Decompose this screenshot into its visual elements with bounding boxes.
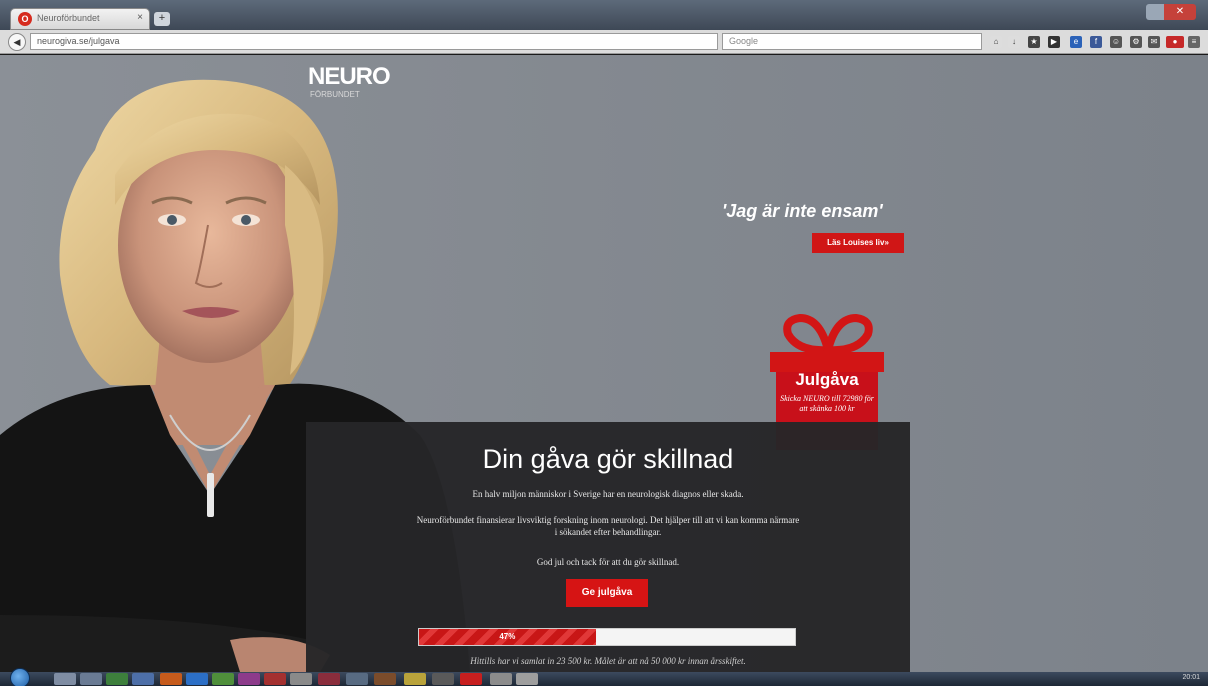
new-tab-button[interactable]: + <box>154 12 170 26</box>
taskbar-app-icon[interactable] <box>106 673 128 685</box>
taskbar-app-icon[interactable] <box>318 673 340 685</box>
progress-caption: Hittills har vi samlat in 23 500 kr. Mål… <box>470 656 746 666</box>
bookmark-icon[interactable]: ★ <box>1028 36 1040 48</box>
browser-tab[interactable]: O Neuroförbundet × <box>10 8 150 30</box>
panel-paragraph-3: God jul och tack för att du gör skillnad… <box>536 557 680 567</box>
panel-title: Din gåva gör skillnad <box>482 444 734 474</box>
quote-text: 'Jag är inte ensam' <box>722 201 883 221</box>
taskbar-app-icon[interactable] <box>80 673 102 685</box>
tab-title: Neuroförbundet <box>37 13 100 23</box>
neuro-logo[interactable]: NEURO <box>308 63 391 91</box>
taskbar: 20:01 <box>0 668 1208 686</box>
gift-lid <box>770 352 884 372</box>
opera-icon: O <box>18 12 32 26</box>
panel-paragraph-2: Neuroförbundet finansierar livsviktig fo… <box>416 515 800 537</box>
donation-panel: Din gåva gör skillnad En halv miljon män… <box>306 422 910 672</box>
settings-icon[interactable]: ⚙ <box>1130 36 1142 48</box>
toolbar-icons: ⌂ ↓ ★ ▶ e f ☺ ⚙ ✉ ● ≡ <box>990 34 1202 50</box>
taskbar-app-icon[interactable] <box>212 673 234 685</box>
back-button[interactable]: ◀ <box>8 33 26 51</box>
download-icon[interactable]: ↓ <box>1008 36 1020 48</box>
menu-icon[interactable]: ≡ <box>1188 36 1200 48</box>
search-box[interactable]: Google <box>722 33 982 50</box>
browser-tab-bar: O Neuroförbundet × + ✕ <box>0 0 1208 30</box>
taskbar-app-icon[interactable] <box>132 673 154 685</box>
screen: O Neuroförbundet × + ✕ ◀ neurogiva.se/ju… <box>0 0 1208 686</box>
give-gift-button[interactable]: Ge julgåva <box>566 579 648 607</box>
taskbar-app-icon[interactable] <box>460 673 482 685</box>
close-window-button[interactable]: ✕ <box>1164 4 1196 20</box>
taskbar-app-icon[interactable] <box>160 673 182 685</box>
taskbar-app-icon[interactable] <box>432 673 454 685</box>
record-icon[interactable]: ● <box>1166 36 1184 48</box>
taskbar-app-icon[interactable] <box>186 673 208 685</box>
gift-title: Julgåva <box>795 370 859 389</box>
window-controls: ✕ <box>1146 4 1196 20</box>
taskbar-app-icon[interactable] <box>238 673 260 685</box>
system-tray-clock[interactable]: 20:01 <box>1070 674 1200 684</box>
user-icon[interactable]: ☺ <box>1110 36 1122 48</box>
facebook-icon[interactable]: f <box>1090 36 1102 48</box>
taskbar-app-icon[interactable] <box>264 673 286 685</box>
play-icon[interactable]: ▶ <box>1048 36 1060 48</box>
read-story-button[interactable]: Läs Louises liv» <box>812 233 904 253</box>
extension-icon[interactable]: e <box>1070 36 1082 48</box>
browser-nav-bar: ◀ neurogiva.se/julgava Google ⌂ ↓ ★ ▶ e … <box>0 30 1208 54</box>
start-button[interactable] <box>10 668 30 686</box>
gift-sms-text: Skicka NEURO till 72980 för att skänka 1… <box>780 394 874 413</box>
taskbar-app-icon[interactable] <box>290 673 312 685</box>
gift-bow-icon <box>783 313 873 352</box>
logo-subtitle: FÖRBUNDET <box>310 90 360 99</box>
taskbar-app-icon[interactable] <box>374 673 396 685</box>
taskbar-app-icon[interactable] <box>54 673 76 685</box>
donation-progress-bar: 47% <box>418 628 796 646</box>
taskbar-app-icon[interactable] <box>516 673 538 685</box>
panel-paragraph-1: En halv miljon människor i Sverige har e… <box>472 489 744 499</box>
home-icon[interactable]: ⌂ <box>990 36 1002 48</box>
mail-icon[interactable]: ✉ <box>1148 36 1160 48</box>
taskbar-app-icon[interactable] <box>404 673 426 685</box>
progress-fill: 47% <box>419 629 596 645</box>
address-bar[interactable]: neurogiva.se/julgava <box>30 33 718 50</box>
web-page: NEURO FÖRBUNDET 'Jag är inte ensam' Läs … <box>0 55 1208 672</box>
minimize-button[interactable] <box>1146 4 1164 20</box>
taskbar-app-icon[interactable] <box>346 673 368 685</box>
taskbar-app-icon[interactable] <box>490 673 512 685</box>
tab-close-icon[interactable]: × <box>137 12 143 23</box>
